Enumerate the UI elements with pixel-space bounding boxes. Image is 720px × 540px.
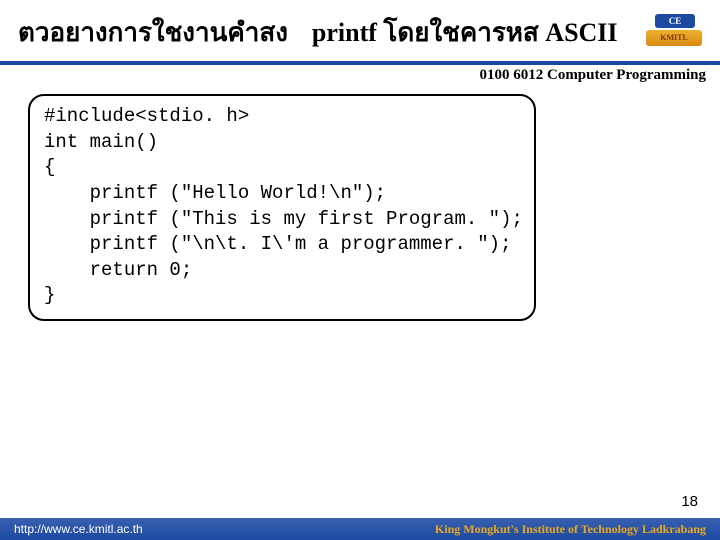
logo-bottom-text: KMITL bbox=[646, 30, 702, 46]
title-right: printf โดยใชคารหส ASCII bbox=[312, 12, 618, 53]
code-line: int main() bbox=[44, 131, 158, 153]
course-label: 0100 6012 Computer Programming bbox=[0, 67, 720, 84]
footer-url: http://www.ce.kmitl.ac.th bbox=[14, 522, 143, 536]
code-line: #include<stdio. h> bbox=[44, 105, 249, 127]
code-line: { bbox=[44, 156, 55, 178]
code-content: #include<stdio. h> int main() { printf (… bbox=[44, 104, 520, 309]
institution-logo: CE KMITL bbox=[646, 14, 704, 48]
logo-top-text: CE bbox=[655, 14, 695, 28]
slide-footer: http://www.ce.kmitl.ac.th King Mongkut's… bbox=[0, 518, 720, 540]
title-left: ตวอยางการใชงานคำสง bbox=[18, 12, 288, 53]
footer-institution: King Mongkut's Institute of Technology L… bbox=[435, 522, 706, 537]
code-example-box: #include<stdio. h> int main() { printf (… bbox=[28, 94, 536, 321]
code-line: printf ("Hello World!\n"); bbox=[44, 182, 386, 204]
code-line: } bbox=[44, 284, 55, 306]
page-number: 18 bbox=[681, 493, 698, 510]
code-line: return 0; bbox=[44, 259, 192, 281]
code-line: printf ("\n\t. I\'m a programmer. "); bbox=[44, 233, 511, 255]
code-line: printf ("This is my first Program. "); bbox=[44, 208, 523, 230]
slide-header: ตวอยางการใชงานคำสง printf โดยใชคารหส ASC… bbox=[0, 0, 720, 57]
header-rule bbox=[0, 61, 720, 65]
